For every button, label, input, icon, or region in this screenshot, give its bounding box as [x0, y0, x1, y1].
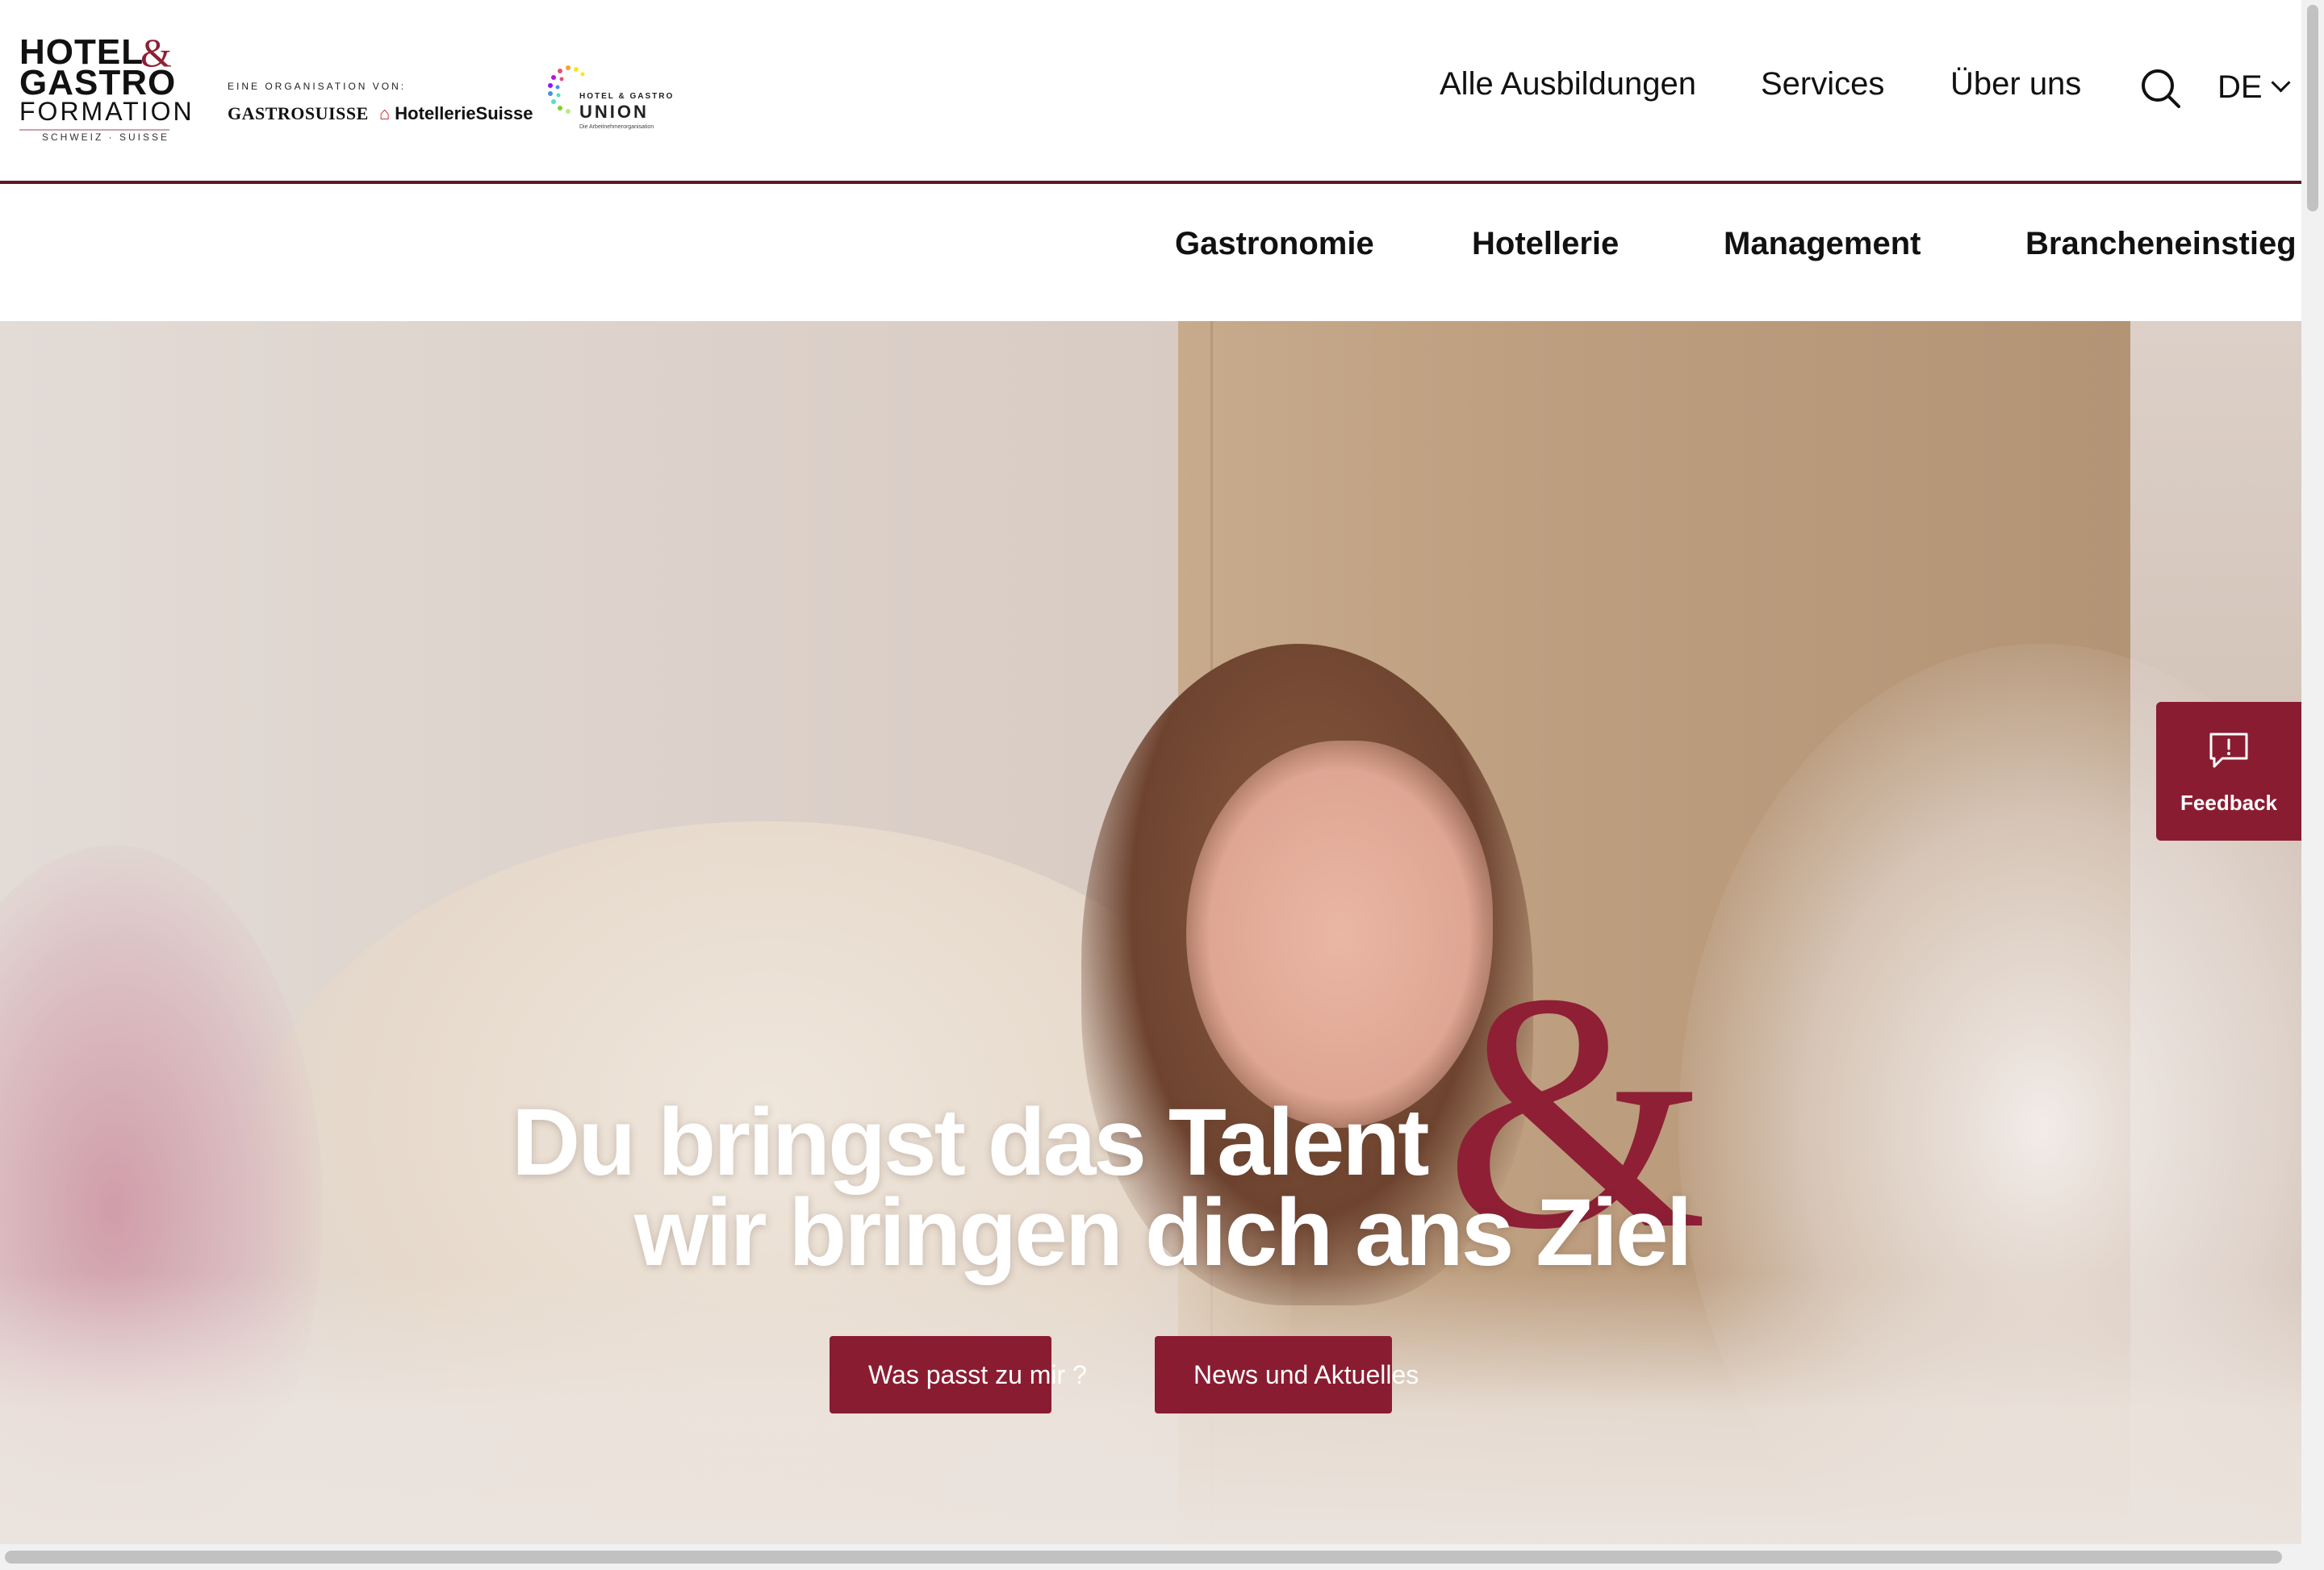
subnav-hotellerie[interactable]: Hotellerie [1472, 226, 1619, 262]
site-header: HOTEL & GASTRO FORMATION SCHWEIZ · SUISS… [0, 0, 2301, 182]
language-selector[interactable]: DE [2217, 69, 2291, 106]
news-und-aktuelles-button[interactable]: News und Aktuelles [1155, 1336, 1419, 1413]
partner-organisations: EINE ORGANISATION VON: GASTROSUISSE ⌂ Hot… [228, 63, 679, 144]
feedback-tab[interactable]: Feedback [2156, 702, 2301, 841]
logo-text-formation: FORMATION [19, 97, 194, 126]
hero-headline: Du bringst das Talent wir bringen dich a… [0, 1088, 2301, 1330]
subnav-gastronomie[interactable]: Gastronomie [1175, 226, 1374, 262]
nav-ueber-uns[interactable]: Über uns [1950, 66, 2081, 115]
hero-banner: & Du bringst das Talent wir bringen dich… [0, 321, 2301, 1544]
nav-services[interactable]: Services [1761, 66, 1884, 115]
union-big-text: UNION [579, 102, 649, 122]
horizontal-scrollbar[interactable] [0, 1544, 2301, 1570]
chevron-down-icon [2271, 73, 2291, 93]
union-small-text: HOTEL & GASTRO [579, 92, 675, 101]
hotel-gastro-formation-logo[interactable]: HOTEL & GASTRO FORMATION SCHWEIZ · SUISS… [19, 30, 192, 145]
subnav-management[interactable]: Management [1724, 226, 1921, 262]
logo-divider [19, 129, 169, 131]
search-icon [2142, 69, 2180, 108]
logo-text-schweiz-suisse: SCHWEIZ · SUISSE [42, 132, 170, 143]
hero-headline-line2: wir bringen dich ans Ziel [634, 1180, 1692, 1286]
gastrosuisse-logo[interactable]: GASTROSUISSE [228, 103, 369, 124]
hotelleriesuisse-logo[interactable]: ⌂ HotellerieSuisse [379, 103, 533, 124]
subnav-brancheneinstieg[interactable]: Brancheneinstieg [2025, 226, 2297, 262]
nav-alle-ausbildungen[interactable]: Alle Ausbildungen [1440, 66, 1696, 115]
vertical-scrollbar[interactable] [2301, 0, 2324, 1570]
category-nav: Gastronomie Hotellerie Management Branch… [0, 184, 2301, 321]
hotelleriesuisse-mark-icon: ⌂ [379, 103, 391, 123]
hotelleriesuisse-name: HotellerieSuisse [395, 103, 533, 123]
feedback-icon [2209, 733, 2248, 768]
was-passt-zu-mir-button[interactable]: Was passt zu mir ? [830, 1336, 1087, 1413]
vertical-scrollbar-thumb[interactable] [2307, 5, 2318, 211]
union-tagline: Die Arbeitnehmerorganisation [579, 124, 654, 130]
hotel-gastro-union-logo[interactable]: HOTEL & GASTRO UNION Die Arbeitnehmerorg… [544, 63, 681, 136]
search-button[interactable] [2140, 68, 2182, 110]
language-current: DE [2217, 69, 2263, 105]
partners-label: EINE ORGANISATION VON: [228, 81, 407, 92]
feedback-label: Feedback [2180, 791, 2277, 815]
horizontal-scrollbar-thumb[interactable] [5, 1551, 2282, 1564]
